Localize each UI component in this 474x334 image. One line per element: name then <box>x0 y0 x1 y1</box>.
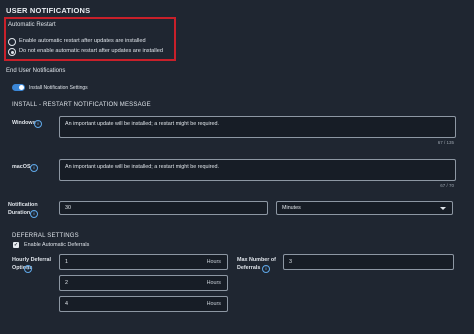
max-deferrals-label: Max Number of Deferrals <box>237 257 276 271</box>
macos-label: macOS <box>12 164 31 170</box>
radio-label: Enable automatic restart after updates a… <box>19 38 146 44</box>
max-deferrals-value: 3 <box>289 259 292 265</box>
macos-message-field[interactable]: An important update will be installed; a… <box>59 159 456 181</box>
duration-input[interactable]: 30 <box>59 201 268 215</box>
macos-char-count: 67 / 70 <box>440 183 454 188</box>
hourly-option-value: 2 <box>65 280 68 286</box>
hourly-option-value: 4 <box>65 301 68 307</box>
duration-value: 30 <box>65 205 71 211</box>
info-icon[interactable]: i <box>30 164 38 172</box>
radio-enable-restart[interactable]: Enable automatic restart after updates a… <box>8 37 173 46</box>
install-message-title: INSTALL - RESTART NOTIFICATION MESSAGE <box>12 102 151 108</box>
macos-message-text: An important update will be installed; a… <box>65 164 220 170</box>
hourly-option-unit: Hours <box>206 301 221 307</box>
section-title: USER NOTIFICATIONS <box>6 6 91 15</box>
hourly-option-unit: Hours <box>206 259 221 265</box>
enable-deferrals-label: Enable Automatic Deferrals <box>24 242 90 248</box>
info-icon[interactable]: i <box>262 265 270 273</box>
radio-button-selected[interactable] <box>8 48 16 56</box>
hourly-option-unit: Hours <box>206 280 221 286</box>
duration-label: Notification Duration <box>8 202 38 216</box>
windows-label: Windows <box>12 120 36 126</box>
hourly-option-3[interactable]: 4 Hours <box>59 296 228 312</box>
radio-disable-restart[interactable]: Do not enable automatic restart after up… <box>8 47 173 56</box>
end-user-title: End User Notifications <box>6 68 66 74</box>
duration-unit-select[interactable]: Minutes <box>276 201 453 215</box>
hourly-option-value: 1 <box>65 259 68 265</box>
hourly-option-2[interactable]: 2 Hours <box>59 275 228 291</box>
hourly-deferral-label: Hourly Deferral Options <box>12 257 51 271</box>
windows-message-text: An important update will be installed; a… <box>65 121 220 127</box>
enable-deferrals-checkbox[interactable]: ✓ <box>13 242 19 248</box>
info-icon[interactable]: i <box>30 210 38 218</box>
info-icon[interactable]: i <box>24 265 32 273</box>
info-icon[interactable]: i <box>34 120 42 128</box>
windows-message-field[interactable]: An important update will be installed; a… <box>59 116 456 138</box>
automatic-restart-title: Automatic Restart <box>8 22 56 28</box>
windows-char-count: 67 / 135 <box>437 140 454 145</box>
install-notification-toggle[interactable] <box>12 84 25 91</box>
hourly-option-1[interactable]: 1 Hours <box>59 254 228 270</box>
deferral-title: DEFERRAL SETTINGS <box>12 233 79 239</box>
max-deferrals-input[interactable]: 3 <box>283 254 454 270</box>
radio-button[interactable] <box>8 38 16 46</box>
radio-label: Do not enable automatic restart after up… <box>19 48 163 54</box>
chevron-down-icon <box>440 207 446 210</box>
toggle-label: Install Notification Settings <box>29 85 88 91</box>
duration-unit-value: Minutes <box>282 205 301 211</box>
